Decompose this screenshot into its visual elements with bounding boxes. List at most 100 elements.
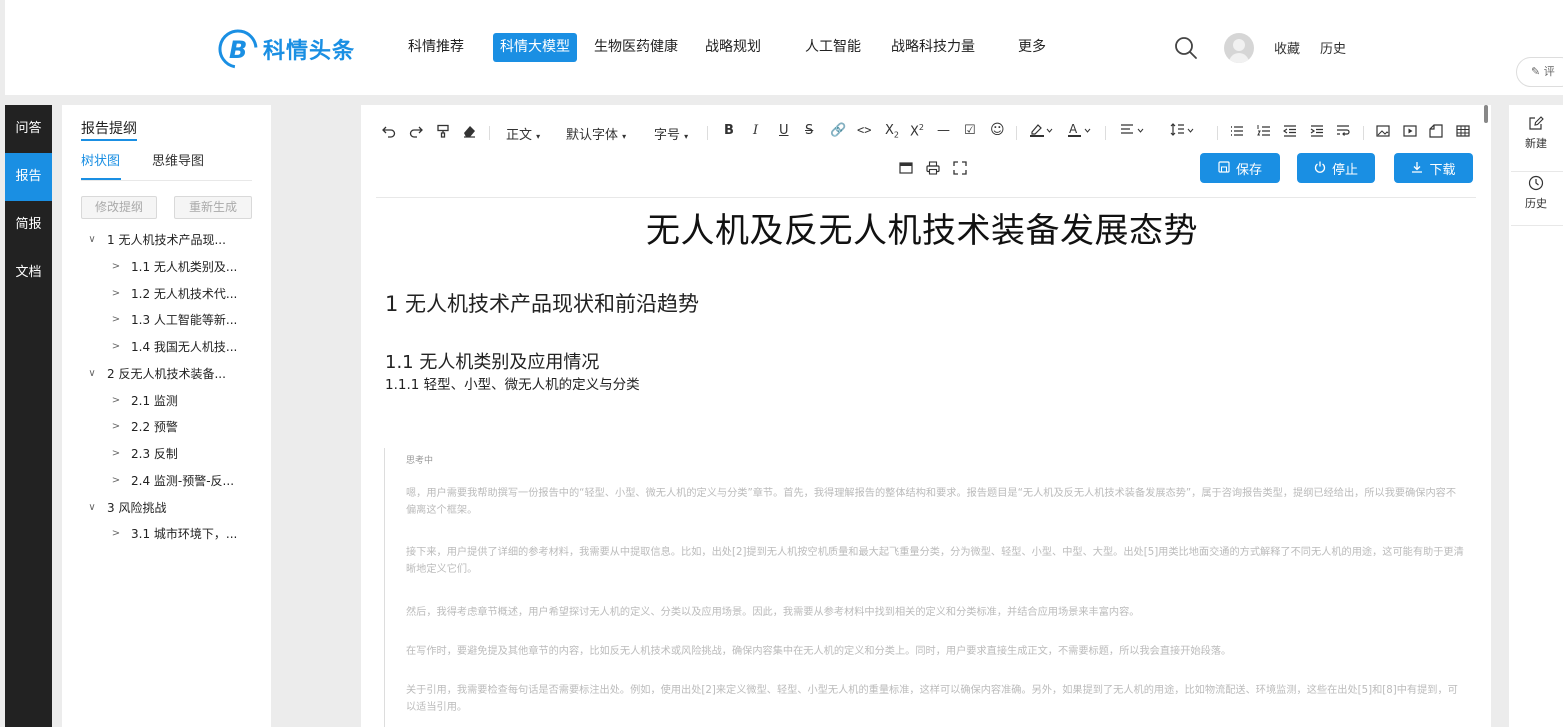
- outdent-icon[interactable]: [1283, 124, 1297, 138]
- outline-tree-node[interactable]: >3.1 城市环境下，...: [62, 521, 271, 548]
- nav-item-more[interactable]: 更多: [1018, 33, 1046, 62]
- nav-item-llm[interactable]: 科情大模型: [493, 33, 577, 62]
- outline-tree-node[interactable]: >2.4 监测-预警-反...: [62, 468, 271, 495]
- font-color-icon[interactable]: A: [1067, 122, 1091, 138]
- regenerate-outline-button[interactable]: 重新生成: [174, 196, 252, 219]
- user-avatar[interactable]: [1224, 33, 1254, 63]
- superscript-icon[interactable]: X2: [910, 123, 924, 139]
- code-icon[interactable]: <>: [857, 123, 871, 137]
- outline-tree-node[interactable]: >1.3 人工智能等新...: [62, 307, 271, 334]
- chevron-right-icon[interactable]: >: [111, 414, 121, 441]
- format-painter-icon[interactable]: [436, 124, 450, 138]
- right-action-rail: 新建 历史: [1509, 105, 1563, 727]
- link-icon[interactable]: 🔗: [830, 123, 846, 138]
- nav-item-ai[interactable]: 人工智能: [805, 33, 861, 62]
- chevron-down-icon[interactable]: ∨: [87, 361, 97, 388]
- checkbox-icon[interactable]: ☑: [964, 123, 976, 138]
- italic-icon[interactable]: I: [753, 123, 758, 138]
- chevron-right-icon[interactable]: >: [111, 334, 121, 361]
- outline-tree-node[interactable]: ∨ 3 风险挑战: [62, 495, 271, 522]
- sidebar-item-docs[interactable]: 文档: [5, 249, 52, 297]
- tab-mind-map[interactable]: 思维导图: [152, 150, 204, 169]
- outline-tree-node[interactable]: >2.3 反制: [62, 441, 271, 468]
- nav-favorites-link[interactable]: 收藏: [1274, 38, 1300, 57]
- align-icon[interactable]: [1120, 122, 1144, 138]
- line-height-icon[interactable]: [1170, 122, 1194, 138]
- chevron-down-icon[interactable]: ∨: [87, 495, 97, 522]
- chevron-right-icon[interactable]: >: [111, 254, 121, 281]
- thinking-paragraph: 嗯，用户需要我帮助撰写一份报告中的“轻型、小型、微无人机的定义与分类”章节。首先…: [406, 488, 1457, 516]
- strikethrough-icon[interactable]: S: [805, 123, 813, 138]
- thinking-block: 思考中 嗯，用户需要我帮助撰写一份报告中的“轻型、小型、微无人机的定义与分类”章…: [384, 448, 1464, 727]
- outline-tree-node[interactable]: ∨ 1 无人机技术产品现...: [62, 227, 271, 254]
- tab-tree-view[interactable]: 树状图: [81, 150, 120, 169]
- underline-icon[interactable]: U: [779, 123, 789, 138]
- paragraph-style-value: 正文: [506, 128, 533, 143]
- outline-tree-node[interactable]: >2.2 预警: [62, 414, 271, 441]
- bullet-list-icon[interactable]: [1230, 124, 1244, 138]
- outline-tree-label: 3 风险挑战: [107, 500, 167, 515]
- indent-icon[interactable]: [1310, 124, 1324, 138]
- evaluate-button[interactable]: ✎ 评: [1516, 57, 1563, 87]
- print-icon[interactable]: [926, 161, 940, 175]
- numbered-list-icon[interactable]: [1257, 124, 1271, 138]
- outline-panel: 报告提纲 树状图 思维导图 修改提纲 重新生成 ∨ 1 无人机技术产品现... >1…: [62, 105, 271, 727]
- clear-format-icon[interactable]: [462, 124, 476, 138]
- save-button[interactable]: 保存: [1200, 153, 1280, 183]
- font-size-select[interactable]: 字号 ▾: [654, 124, 688, 143]
- outline-tree-node[interactable]: >1.4 我国无人机技...: [62, 334, 271, 361]
- heading-level-2[interactable]: 1.1 无人机类别及应用情况: [385, 348, 599, 374]
- highlight-color-icon[interactable]: [1029, 122, 1053, 138]
- code-block-icon[interactable]: [899, 161, 913, 175]
- chevron-right-icon[interactable]: >: [111, 307, 121, 334]
- bold-icon[interactable]: B: [724, 123, 734, 138]
- sidebar-item-qa[interactable]: 问答: [5, 105, 52, 153]
- paragraph-style-select[interactable]: 正文 ▾: [506, 124, 540, 143]
- download-button[interactable]: 下载: [1394, 153, 1473, 183]
- nav-item-sci-power[interactable]: 战略科技力量: [891, 33, 975, 62]
- nav-item-recommend[interactable]: 科情推荐: [408, 33, 464, 62]
- outline-tree-node[interactable]: >1.1 无人机类别及...: [62, 254, 271, 281]
- chevron-right-icon[interactable]: >: [111, 521, 121, 548]
- brand-logo[interactable]: B 科情头条: [218, 29, 355, 69]
- chevron-right-icon[interactable]: >: [111, 468, 121, 495]
- outline-tree-node[interactable]: ∨ 2 反无人机技术装备...: [62, 361, 271, 388]
- nav-history-link[interactable]: 历史: [1320, 38, 1346, 57]
- heading-level-3[interactable]: 1.1.1 轻型、小型、微无人机的定义与分类: [385, 373, 640, 393]
- search-icon[interactable]: [1173, 35, 1199, 61]
- table-icon[interactable]: [1456, 124, 1470, 138]
- edit-outline-button[interactable]: 修改提纲: [81, 196, 157, 219]
- sidebar-item-report[interactable]: 报告: [5, 153, 52, 201]
- history-button[interactable]: 历史: [1509, 175, 1563, 211]
- outline-tree-node[interactable]: >2.1 监测: [62, 388, 271, 415]
- attachment-icon[interactable]: [1429, 124, 1443, 138]
- nav-item-biomed[interactable]: 生物医药健康: [594, 33, 678, 62]
- emoji-icon[interactable]: ☺: [990, 122, 1005, 138]
- fullscreen-icon[interactable]: [953, 161, 967, 175]
- brand-logo-icon: B: [218, 29, 258, 69]
- thinking-paragraph: 在写作时，要避免提及其他章节的内容，比如反无人机技术或风险挑战，确保内容集中在无…: [406, 646, 1232, 657]
- chevron-right-icon[interactable]: >: [111, 388, 121, 415]
- editor-scrollbar[interactable]: [1484, 105, 1488, 123]
- download-icon: [1411, 161, 1423, 176]
- nav-item-strategy[interactable]: 战略规划: [705, 33, 761, 62]
- sidebar-item-brief[interactable]: 简报: [5, 201, 52, 249]
- image-icon[interactable]: [1376, 124, 1390, 138]
- font-family-value: 默认字体: [566, 128, 619, 143]
- horizontal-rule-icon[interactable]: —: [937, 123, 950, 138]
- undo-icon[interactable]: [382, 124, 396, 138]
- text-wrap-icon[interactable]: [1336, 124, 1350, 138]
- font-family-select[interactable]: 默认字体 ▾: [566, 124, 626, 143]
- stop-button[interactable]: 停止: [1297, 153, 1375, 183]
- chevron-right-icon[interactable]: >: [111, 281, 121, 308]
- new-report-button[interactable]: 新建: [1509, 115, 1563, 151]
- chevron-right-icon[interactable]: >: [111, 441, 121, 468]
- outline-tree-label: 1.3 人工智能等新...: [131, 313, 238, 328]
- outline-tree-node[interactable]: >1.2 无人机技术代...: [62, 281, 271, 308]
- heading-level-1[interactable]: 1 无人机技术产品现状和前沿趋势: [385, 288, 699, 318]
- video-icon[interactable]: [1403, 124, 1417, 138]
- subscript-icon[interactable]: X2: [885, 123, 899, 140]
- document-title[interactable]: 无人机及反无人机技术装备发展态势: [361, 203, 1483, 252]
- chevron-down-icon[interactable]: ∨: [87, 227, 97, 254]
- redo-icon[interactable]: [409, 124, 423, 138]
